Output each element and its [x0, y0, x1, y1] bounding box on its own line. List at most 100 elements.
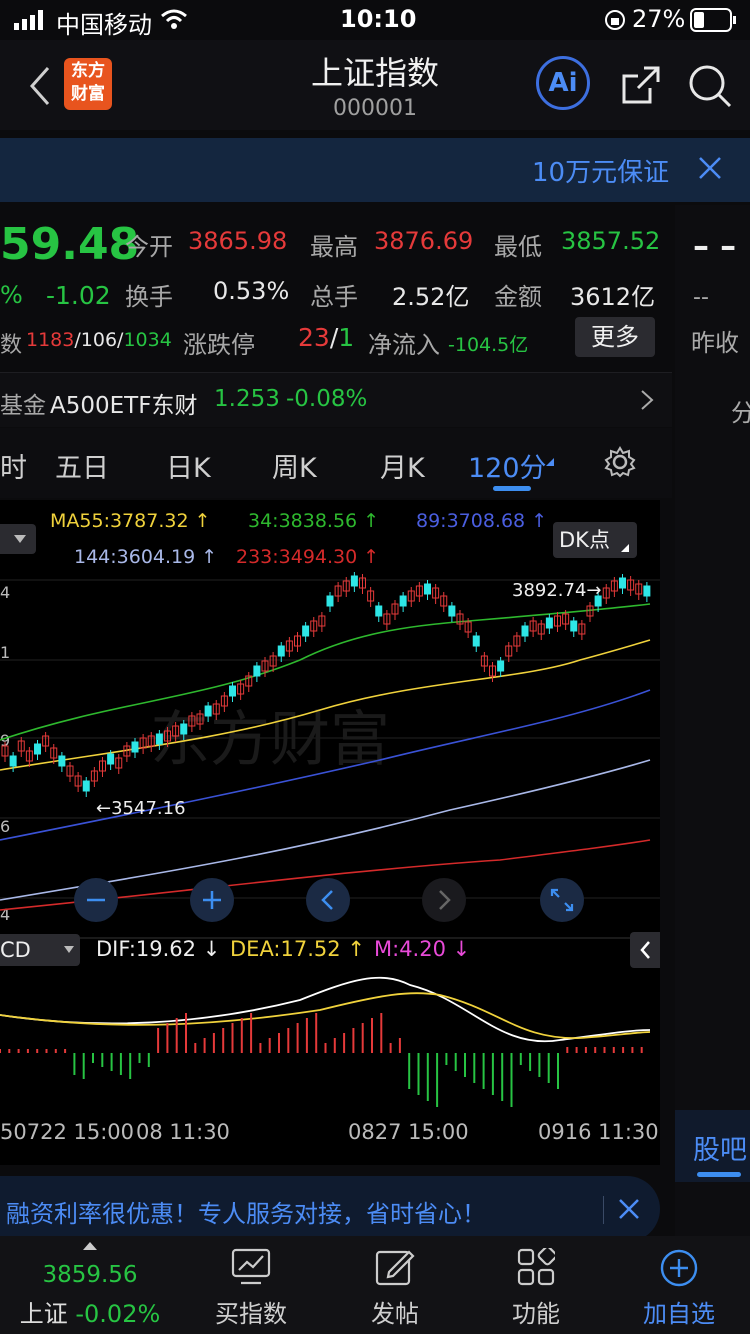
macd-m: M:4.20 ↓ [374, 937, 471, 961]
side-dash: – – [693, 227, 737, 265]
promo-banner-text: 10万元保证 [532, 158, 670, 188]
scroll-right-button[interactable] [422, 878, 466, 922]
zoom-in-button[interactable] [190, 878, 234, 922]
fund-change: -0.08% [286, 386, 368, 412]
candle [277, 645, 285, 657]
tab-week-k[interactable]: 周K [272, 446, 317, 485]
margin-promo-banner[interactable]: 融资利率很优惠！专人服务对接，省时省心！ [0, 1176, 660, 1242]
change-percent: % [0, 281, 23, 309]
index-ticker[interactable]: 3859.56 上证 -0.02% [15, 1236, 165, 1334]
limit-values: 23/1 [298, 323, 355, 352]
low-marker: ←3547.16 [96, 798, 186, 819]
chevron-right-icon [641, 390, 654, 410]
rotation-lock-icon [605, 10, 625, 30]
settings-icon[interactable] [604, 446, 636, 478]
candle [9, 755, 17, 767]
turnover-label: 换手 [125, 283, 173, 311]
high-marker: 3892.74→ [512, 580, 602, 601]
candle [545, 617, 553, 629]
functions-button[interactable]: 功能 [461, 1236, 611, 1334]
candle [472, 635, 480, 647]
post-button[interactable]: 发帖 [320, 1236, 470, 1334]
collapse-panel-button[interactable] [630, 932, 660, 968]
candle [131, 741, 139, 753]
candle [570, 620, 578, 632]
low-label: 最低 [494, 233, 542, 261]
close-icon[interactable] [618, 1198, 640, 1220]
fund-name: A500ETF东财 [50, 393, 198, 419]
tab-timeshare[interactable]: 时 [0, 446, 27, 485]
wifi-icon [161, 9, 187, 29]
tab-day-k[interactable]: 日K [166, 446, 211, 485]
plus-icon [203, 891, 221, 909]
candle [448, 605, 456, 617]
open-value: 3865.98 [188, 227, 288, 255]
tab-month-k[interactable]: 月K [380, 446, 425, 485]
candle [399, 595, 407, 607]
candle [375, 605, 383, 617]
buy-index-button[interactable]: 买指数 [176, 1236, 326, 1334]
chevron-down-icon [14, 535, 26, 543]
tab-120min[interactable]: 120分 [468, 446, 547, 485]
search-icon[interactable] [686, 62, 734, 110]
candle [204, 705, 212, 717]
ai-button[interactable]: Ai [536, 56, 590, 110]
add-watchlist-button[interactable]: 加自选 [604, 1236, 750, 1334]
ma233-legend: 233:3494.30 ↑ [236, 546, 380, 568]
expand-icon [550, 888, 574, 912]
chevron-down-icon [64, 946, 74, 953]
fullscreen-button[interactable] [540, 878, 584, 922]
guba-tab[interactable]: 股吧 [675, 1110, 750, 1182]
amount-value: 3612亿 [570, 283, 656, 311]
promo-banner[interactable]: 10万元保证 [0, 138, 750, 202]
breadth-values: 1183/106/1034 [26, 329, 172, 351]
change-value: -1.02 [46, 281, 111, 310]
side-fen: 分 [731, 399, 750, 427]
netflow-label: 净流入 [368, 331, 440, 359]
clock: 10:10 [340, 5, 417, 33]
kline-chart-area[interactable]: MA55:3787.32 ↑ 34:3838.56 ↑ 89:3708.68 ↑… [0, 500, 660, 1165]
open-label: 今开 [125, 233, 173, 261]
scroll-left-button[interactable] [306, 878, 350, 922]
candle [82, 780, 90, 792]
candle [107, 753, 115, 765]
candle [34, 743, 41, 755]
bottom-toolbar: 3859.56 上证 -0.02% 买指数 发帖 功能 加自选 [0, 1236, 750, 1334]
candle [326, 595, 334, 607]
status-bar: 中国移动 10:10 27% [0, 0, 750, 40]
candle [253, 665, 261, 677]
more-button[interactable]: 更多 [575, 317, 655, 357]
candle [180, 723, 188, 735]
candle [619, 577, 626, 589]
ma89-legend: 89:3708.68 ↑ [416, 510, 548, 532]
related-fund-row[interactable]: 基金 A500ETF东财 1.253 -0.08% [0, 372, 672, 427]
macd-selector[interactable]: CD [0, 934, 80, 966]
grid-icon [517, 1248, 555, 1286]
candle [58, 755, 66, 767]
chart-icon [231, 1248, 271, 1285]
x-label-3: 0827 15:00 [348, 1120, 469, 1144]
functions-label: 功能 [512, 1300, 560, 1328]
candle [350, 575, 358, 587]
share-icon[interactable] [620, 64, 662, 106]
buy-index-label: 买指数 [215, 1300, 287, 1328]
macd-dea: DEA:17.52 ↑ [230, 937, 365, 961]
candle [643, 585, 651, 597]
y-axis-label: 6 [0, 817, 10, 836]
zoom-out-button[interactable] [74, 878, 118, 922]
low-value: 3857.52 [561, 227, 661, 255]
indicator-selector[interactable] [0, 524, 36, 554]
close-icon[interactable] [698, 156, 722, 180]
turnover-value: 0.53% [213, 277, 290, 305]
breadth-label: 数 [0, 333, 23, 358]
limit-label: 涨跌停 [183, 331, 255, 359]
active-tab-indicator [493, 486, 531, 491]
candle [229, 685, 236, 697]
tab-five-day[interactable]: 五日 [55, 446, 109, 485]
y-axis-label: 1 [0, 643, 10, 662]
ma34-legend: 34:3838.56 ↑ [248, 510, 380, 532]
add-watchlist-label: 加自选 [643, 1300, 715, 1328]
dk-point-button[interactable]: DK点 [553, 522, 637, 558]
battery-percent: 27% [632, 5, 686, 33]
volume-label: 总手 [310, 283, 358, 311]
